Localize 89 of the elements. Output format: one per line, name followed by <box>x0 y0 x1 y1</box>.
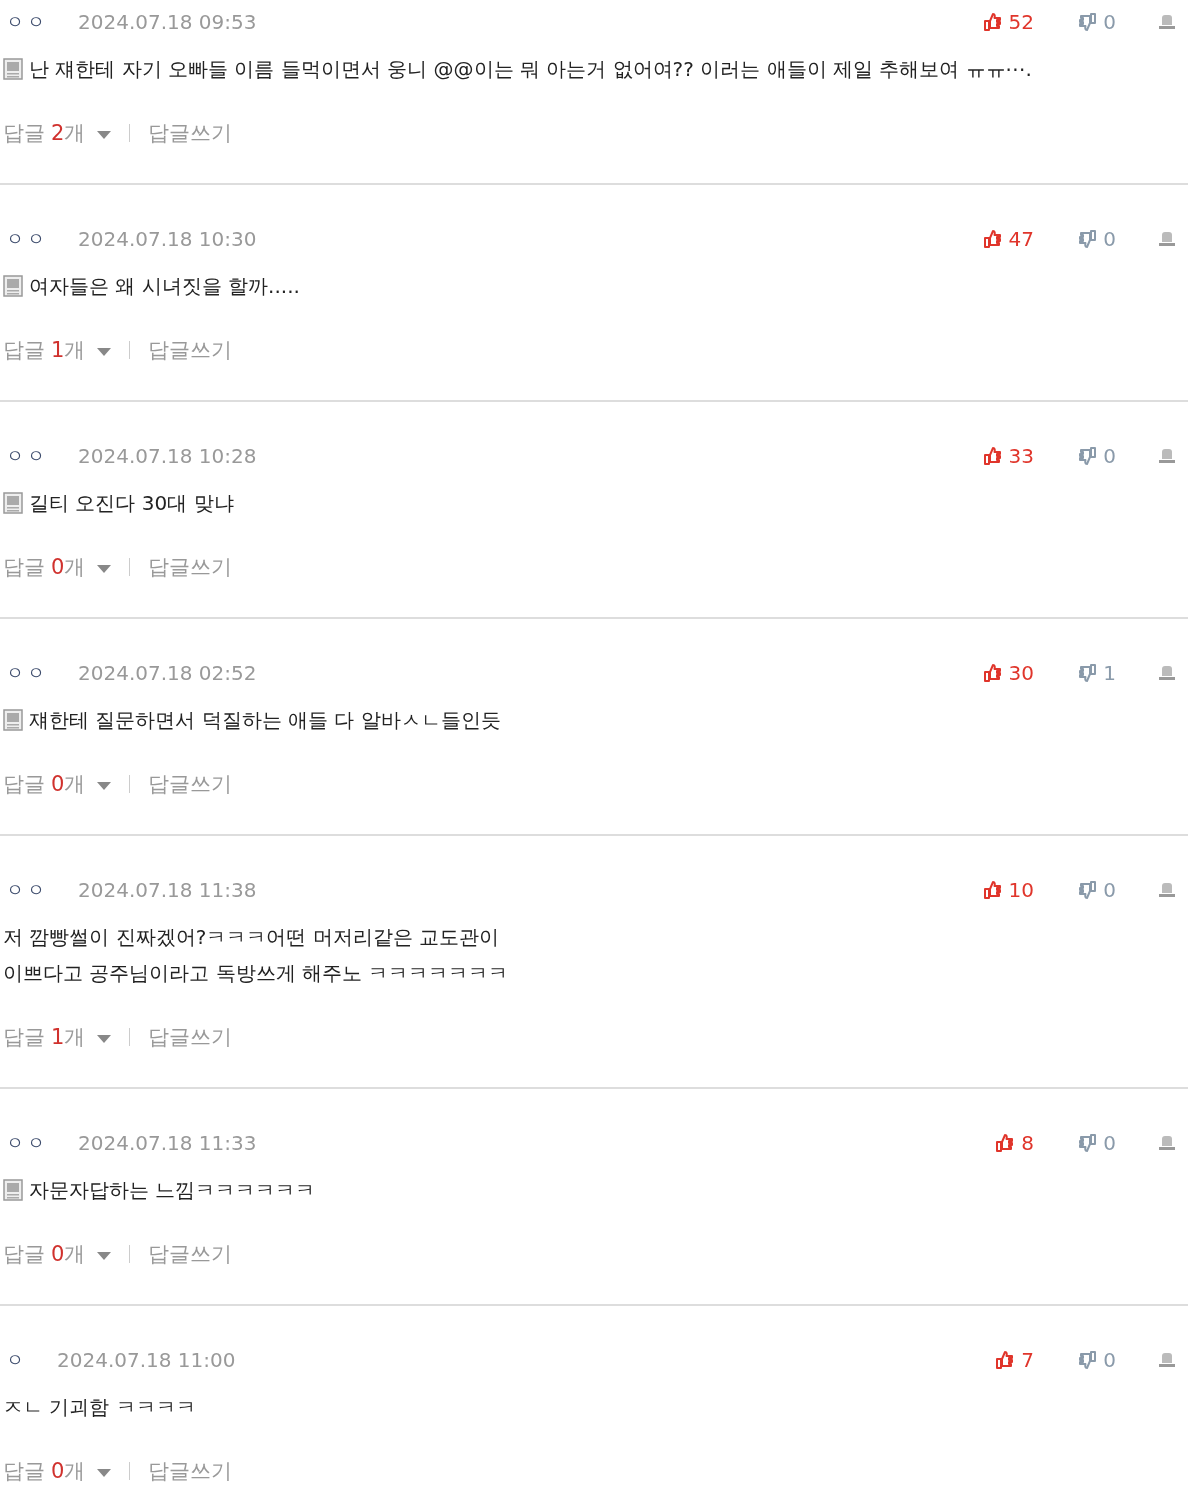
write-reply-link[interactable]: 답글쓰기 <box>148 1240 233 1268</box>
dislike-button[interactable]: 1 <box>1077 661 1116 685</box>
dislike-button[interactable]: 0 <box>1077 1131 1116 1155</box>
like-button[interactable]: 33 <box>982 444 1034 468</box>
image-icon <box>3 275 23 297</box>
image-icon <box>3 492 23 514</box>
author-name[interactable]: ㅇㅇ <box>6 661 48 685</box>
siren-icon <box>1158 230 1176 248</box>
thumbs-down-icon <box>1077 446 1098 466</box>
author-name[interactable]: ㅇㅇ <box>6 10 48 34</box>
comment-text: 저 깜빵썰이 진짜겠어?ㅋㅋㅋ어떤 머저리같은 교도관이 이쁘다고 공주님이라고 독방쓰게 해주노 ㅋㅋㅋㅋㅋㅋㅋ <box>2 924 510 987</box>
comment-date: 2024.07.18 10:30 <box>78 227 257 251</box>
replies-toggle[interactable]: 답글 0개 <box>0 1240 112 1268</box>
thumbs-up-icon <box>995 1350 1016 1370</box>
like-button[interactable]: 52 <box>982 10 1034 34</box>
caret-icon <box>97 1469 112 1477</box>
comment-text: 난 쟤한테 자기 오빠들 이름 들먹이면서 웅니 @@이는 뭐 아는거 없어여?? 이러는 애들이 제일 추해보여 ㅠㅠ⋯. <box>0 51 1188 87</box>
comment-date: 2024.07.18 11:33 <box>78 1131 257 1155</box>
replies-toggle[interactable]: 답글 0개 <box>0 553 112 581</box>
thumbs-up-icon <box>982 229 1003 249</box>
write-reply-link[interactable]: 답글쓰기 <box>148 119 233 147</box>
comment-date: 2024.07.18 09:53 <box>78 10 257 34</box>
like-button[interactable]: 47 <box>982 227 1034 251</box>
write-reply-link[interactable]: 답글쓰기 <box>148 1457 233 1485</box>
replies-toggle[interactable]: 답글 0개 <box>0 770 112 798</box>
image-icon <box>3 1179 23 1201</box>
like-button[interactable]: 7 <box>995 1348 1034 1372</box>
thumbs-up-icon <box>982 880 1003 900</box>
image-icon <box>3 709 23 731</box>
write-reply-link[interactable]: 답글쓰기 <box>148 553 233 581</box>
siren-icon <box>1158 664 1176 682</box>
comment-text: 여자들은 왜 시녀짓을 할까..... <box>0 268 1188 304</box>
caret-icon <box>97 1035 112 1043</box>
dislike-button[interactable]: 0 <box>1077 878 1116 902</box>
thumbs-down-icon <box>1077 229 1098 249</box>
caret-icon <box>97 782 112 790</box>
report-button[interactable] <box>1158 230 1176 248</box>
comment-text: 쟤한테 질문하면서 덕질하는 애들 다 알바ㅅㄴ들인듯 <box>0 702 1188 738</box>
replies-toggle[interactable]: 답글 1개 <box>0 1023 112 1051</box>
comment-date: 2024.07.18 11:38 <box>78 878 257 902</box>
comment-date: 2024.07.18 02:52 <box>78 661 257 685</box>
caret-icon <box>97 1252 112 1260</box>
comment-text: ㅈㄴ 기괴함 ㅋㅋㅋㅋ <box>2 1394 197 1421</box>
thumbs-up-icon <box>982 446 1003 466</box>
thumbs-down-icon <box>1077 880 1098 900</box>
write-reply-link[interactable]: 답글쓰기 <box>148 336 233 364</box>
comment-text: 길티 오진다 30대 맞냐 <box>0 485 1188 521</box>
dislike-button[interactable]: 0 <box>1077 1348 1116 1372</box>
write-reply-link[interactable]: 답글쓰기 <box>148 1023 233 1051</box>
caret-icon <box>97 565 112 573</box>
thumbs-up-icon <box>982 663 1003 683</box>
thumbs-down-icon <box>1077 12 1098 32</box>
write-reply-link[interactable]: 답글쓰기 <box>148 770 233 798</box>
author-name[interactable]: ㅇㅇ <box>6 444 48 468</box>
report-button[interactable] <box>1158 881 1176 899</box>
siren-icon <box>1158 13 1176 31</box>
thumbs-up-icon <box>995 1133 1016 1153</box>
replies-toggle[interactable]: 답글 1개 <box>0 336 112 364</box>
thumbs-up-icon <box>982 12 1003 32</box>
siren-icon <box>1158 881 1176 899</box>
report-button[interactable] <box>1158 1134 1176 1152</box>
comment-date: 2024.07.18 10:28 <box>78 444 257 468</box>
dislike-button[interactable]: 0 <box>1077 10 1116 34</box>
thumbs-down-icon <box>1077 663 1098 683</box>
caret-icon <box>97 131 112 139</box>
like-button[interactable]: 10 <box>982 878 1034 902</box>
like-button[interactable]: 30 <box>982 661 1034 685</box>
replies-toggle[interactable]: 답글 2개 <box>0 119 112 147</box>
siren-icon <box>1158 447 1176 465</box>
thumbs-down-icon <box>1077 1133 1098 1153</box>
like-button[interactable]: 8 <box>995 1131 1034 1155</box>
comment-date: 2024.07.18 11:00 <box>57 1348 236 1372</box>
author-name[interactable]: ㅇㅇ <box>6 227 48 251</box>
siren-icon <box>1158 1351 1176 1369</box>
thumbs-down-icon <box>1077 1350 1098 1370</box>
author-name[interactable]: ㅇㅇ <box>6 1131 48 1155</box>
author-name[interactable]: ㅇ <box>6 1348 27 1372</box>
siren-icon <box>1158 1134 1176 1152</box>
caret-icon <box>97 348 112 356</box>
comment-text: 자문자답하는 느낌ㅋㅋㅋㅋㅋㅋ <box>0 1172 1188 1208</box>
author-name[interactable]: ㅇㅇ <box>6 878 48 902</box>
report-button[interactable] <box>1158 13 1176 31</box>
report-button[interactable] <box>1158 664 1176 682</box>
dislike-button[interactable]: 0 <box>1077 227 1116 251</box>
report-button[interactable] <box>1158 1351 1176 1369</box>
image-icon <box>3 58 23 80</box>
report-button[interactable] <box>1158 447 1176 465</box>
dislike-button[interactable]: 0 <box>1077 444 1116 468</box>
replies-toggle[interactable]: 답글 0개 <box>0 1457 112 1485</box>
